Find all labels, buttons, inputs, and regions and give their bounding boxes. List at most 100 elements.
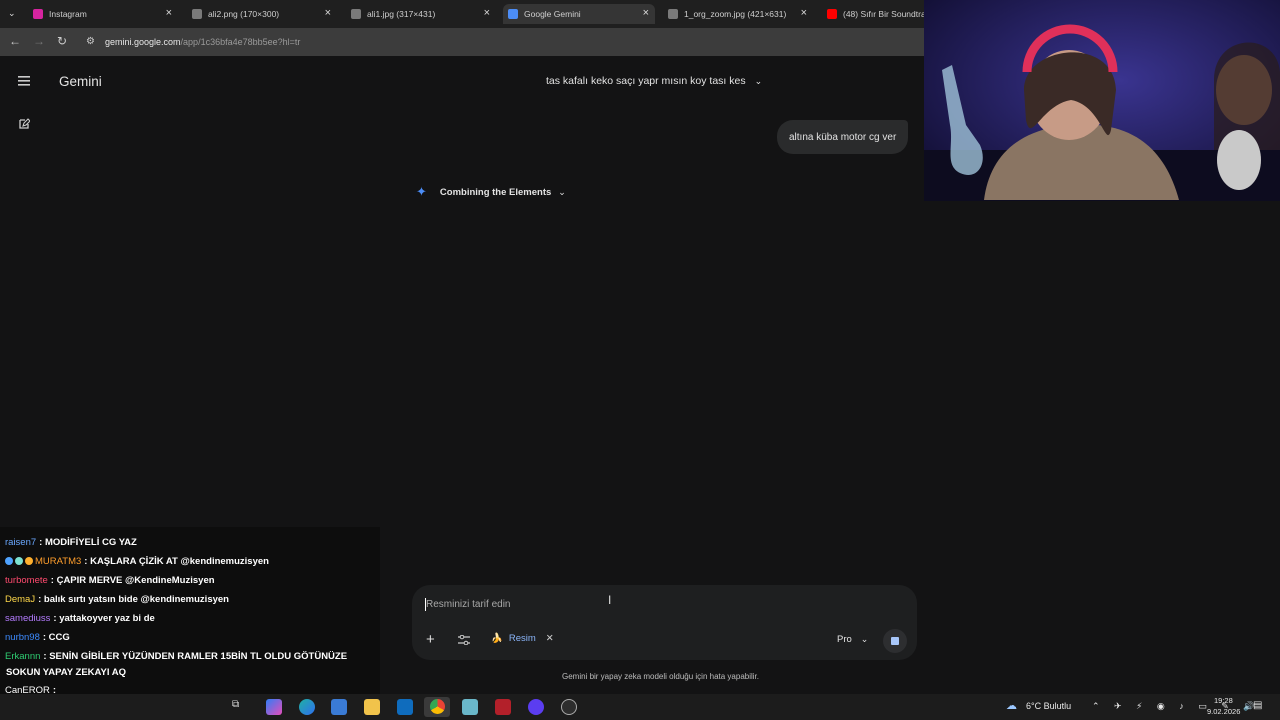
- chat-text: :: [52, 685, 57, 694]
- banana-icon: 🍌: [491, 633, 503, 644]
- webcam-overlay: [924, 0, 1280, 201]
- chat-username[interactable]: MURATM3: [35, 556, 81, 567]
- tab-close-icon[interactable]: ×: [325, 7, 331, 19]
- chevron-down-icon: ⌄: [860, 634, 869, 644]
- tab-favicon-icon: [192, 9, 202, 19]
- obs-like-icon[interactable]: [495, 699, 511, 715]
- new-chat-icon[interactable]: [18, 118, 30, 130]
- conversation-title-text: tas kafalı keko saçı yapr mısın koy tası…: [546, 75, 746, 87]
- tab-search-icon[interactable]: ⌄: [8, 8, 16, 19]
- url-host: gemini.google.com: [105, 37, 181, 47]
- image-tool-chip[interactable]: 🍌 Resim ✕: [491, 633, 554, 644]
- chat-username[interactable]: Erkannn: [5, 651, 40, 662]
- windows-taskbar: ⧉ ☁ 6°C Bulutlu ⌃ ✈ ⚡ ◉ ♪ ▭ ✎ 🔊 19:28 9.…: [0, 694, 1280, 720]
- tab-favicon-icon: [827, 9, 837, 19]
- browser-tab[interactable]: Instagram ×: [28, 4, 178, 24]
- tab-title: Google Gemini: [524, 9, 581, 19]
- model-label: Pro: [837, 634, 852, 645]
- tab-title: Instagram: [49, 9, 87, 19]
- chrome-icon[interactable]: [424, 697, 450, 717]
- browser-tab[interactable]: 1_org_zoom.jpg (421×631) ×: [663, 4, 813, 24]
- chat-message: turbomete: ÇAPIR MERVE @KendineMuzisyen: [5, 575, 215, 586]
- chat-text: : balık sırtı yatsın bide @kendinemuzisy…: [38, 594, 229, 605]
- tab-favicon-icon: [508, 9, 518, 19]
- tab-close-icon[interactable]: ×: [801, 7, 807, 19]
- taskview-icon[interactable]: ⧉: [232, 699, 248, 715]
- clock-time[interactable]: 19:28: [1214, 696, 1233, 705]
- user-message-text: altına küba motor cg ver: [789, 131, 897, 143]
- notepad-icon[interactable]: [462, 699, 478, 715]
- chat-text: SOKUN YAPAY ZEKAYI AQ: [6, 667, 127, 678]
- chat-username[interactable]: DemaJ: [5, 594, 35, 605]
- tab-close-icon[interactable]: ×: [643, 7, 649, 19]
- chat-text: : KAŞLARA ÇİZİK AT @kendinemuzisyen: [84, 556, 269, 567]
- chat-message: SOKUN YAPAY ZEKAYI AQ: [3, 667, 126, 678]
- browser-tab[interactable]: ali1.jpg (317×431) ×: [346, 4, 496, 24]
- gemini-app-title[interactable]: Gemini: [59, 74, 102, 89]
- tab-close-icon[interactable]: ×: [484, 7, 490, 19]
- webcam-image: [924, 0, 1280, 201]
- chat-badge-icon: [15, 557, 23, 565]
- gemini-spark-icon: ✦: [416, 184, 427, 199]
- tab-title: (48) Sıfır Bir Soundtrack: [843, 9, 924, 19]
- weather-icon: ☁: [1006, 700, 1017, 712]
- tab-favicon-icon: [33, 9, 43, 19]
- chat-username[interactable]: samediuss: [5, 613, 50, 624]
- microphone-shape: [1217, 130, 1261, 190]
- forward-icon[interactable]: →: [33, 34, 45, 48]
- store-icon[interactable]: [331, 699, 347, 715]
- outlook-icon[interactable]: [397, 699, 413, 715]
- app-icon[interactable]: [561, 699, 577, 715]
- chat-username[interactable]: turbomete: [5, 575, 48, 586]
- browser-tab[interactable]: ali2.png (170×300) ×: [187, 4, 337, 24]
- edge-icon[interactable]: [299, 699, 315, 715]
- chat-message: raisen7: MODİFİYELİ CG YAZ: [5, 537, 137, 548]
- close-icon[interactable]: ✕: [546, 633, 554, 644]
- notification-icon[interactable]: ▤: [1253, 700, 1262, 711]
- browser-tab-strip: ⌄ Instagram × ali2.png (170×300) × ali1.jpg …: [0, 0, 924, 28]
- chat-text: : ÇAPIR MERVE @KendineMuzisyen: [50, 575, 215, 586]
- tab-favicon-icon: [351, 9, 361, 19]
- chat-badge-icon: [5, 557, 13, 565]
- thinking-label: Combining the Elements: [439, 186, 552, 198]
- url-field[interactable]: gemini.google.com/app/1c36bfa4e78bb5ee?h…: [105, 37, 300, 47]
- chat-app-icon[interactable]: [528, 699, 544, 715]
- prompt-input[interactable]: Resminizi tarif edin: [424, 598, 510, 611]
- model-selector[interactable]: Pro ⌄: [837, 634, 868, 645]
- chat-username[interactable]: raisen7: [5, 537, 36, 548]
- browser-tab[interactable]: (48) Sıfır Bir Soundtrack: [822, 4, 924, 24]
- menu-icon[interactable]: [18, 76, 30, 86]
- chevron-down-icon: ⌄: [754, 76, 763, 86]
- add-attachment-button[interactable]: +: [426, 631, 435, 648]
- chat-username[interactable]: CanEROR: [5, 685, 50, 694]
- address-bar-row: ← → ↻ ⚙ gemini.google.com/app/1c36bfa4e7…: [0, 28, 924, 56]
- browser-tab[interactable]: Google Gemini ×: [503, 4, 655, 24]
- weather-text[interactable]: 6°C Bulutlu: [1026, 701, 1071, 711]
- conversation-title[interactable]: tas kafalı keko saçı yapr mısın koy tası…: [546, 75, 762, 87]
- chat-message: samediuss: yattakoyver yaz bi de: [5, 613, 155, 624]
- thinking-status[interactable]: ✦ Combining the Elements ⌄: [416, 184, 566, 200]
- reload-icon[interactable]: ↻: [57, 34, 67, 48]
- chat-text: : MODİFİYELİ CG YAZ: [39, 537, 137, 548]
- file-explorer-icon[interactable]: [364, 699, 380, 715]
- stop-button[interactable]: [883, 629, 907, 653]
- chat-message: MURATM3: KAŞLARA ÇİZİK AT @kendinemuzisy…: [5, 556, 269, 567]
- copilot-icon[interactable]: [266, 699, 282, 715]
- tab-close-icon[interactable]: ×: [166, 7, 172, 19]
- chat-message: nurbn98: CCG: [5, 632, 70, 643]
- chat-text: : CCG: [42, 632, 70, 643]
- clock-date[interactable]: 9.02.2026: [1207, 707, 1240, 716]
- tab-title: 1_org_zoom.jpg (421×631): [684, 9, 787, 19]
- chat-username[interactable]: nurbn98: [5, 632, 40, 643]
- disclaimer-text: Gemini bir yapay zeka modeli olduğu için…: [562, 672, 759, 681]
- url-path: /app/1c36bfa4e78bb5ee?hl=tr: [180, 37, 301, 47]
- back-icon[interactable]: ←: [9, 34, 21, 48]
- user-message-bubble: altına küba motor cg ver: [777, 120, 909, 154]
- tools-icon[interactable]: [458, 635, 470, 645]
- site-info-icon[interactable]: ⚙: [86, 36, 95, 47]
- tab-favicon-icon: [668, 9, 678, 19]
- chat-text: : yattakoyver yaz bi de: [53, 613, 155, 624]
- chat-badge-icon: [25, 557, 33, 565]
- stop-icon: [891, 637, 899, 645]
- prompt-input-box: Resminizi tarif edin I + 🍌 Resim ✕ Pro ⌄: [412, 585, 917, 660]
